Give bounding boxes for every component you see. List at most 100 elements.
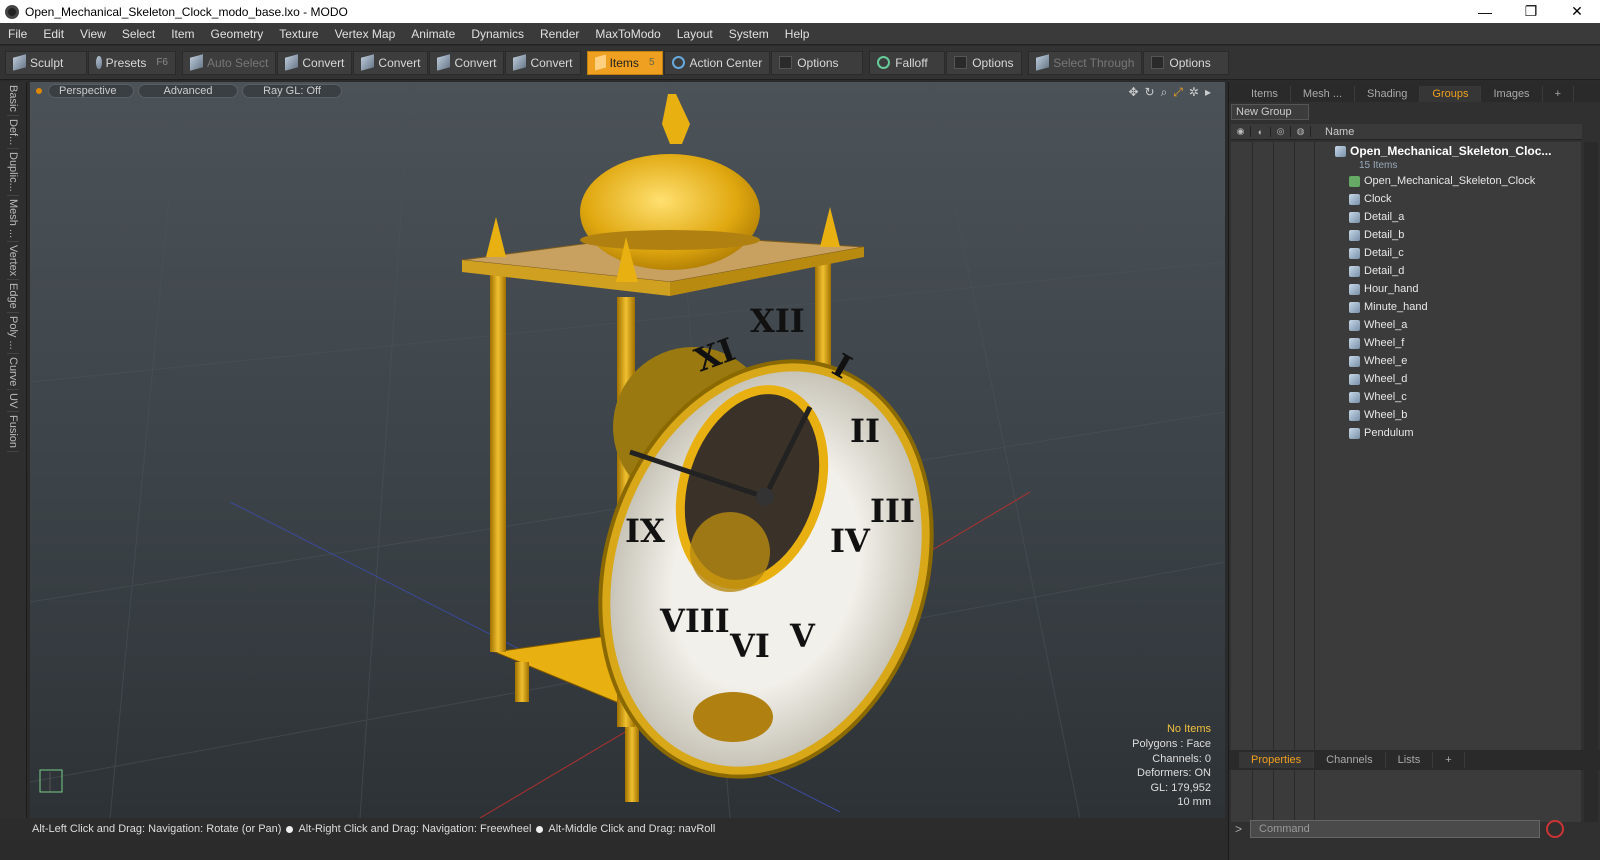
tree-item[interactable]: Wheel_d <box>1349 370 1600 388</box>
tab-uv[interactable]: UV <box>7 390 19 413</box>
action-center-button[interactable]: Action Center <box>663 50 771 75</box>
menu-file[interactable]: File <box>0 27 35 41</box>
tree-item[interactable]: Detail_d <box>1349 262 1600 280</box>
tab-properties[interactable]: Properties <box>1239 752 1315 768</box>
menu-help[interactable]: Help <box>777 27 818 41</box>
raygl-dropdown[interactable]: Ray GL: Off <box>242 84 342 98</box>
tab-duplicate[interactable]: Duplic... <box>7 149 19 196</box>
advanced-dropdown[interactable]: Advanced <box>138 84 238 98</box>
gl-count-label: GL: 179,952 <box>1150 781 1211 794</box>
name-column-header[interactable]: Name <box>1311 126 1354 138</box>
pan-icon[interactable]: ✥ <box>1128 85 1138 100</box>
tab-mesh[interactable]: Mesh ... <box>7 196 19 243</box>
tab-curve[interactable]: Curve <box>7 354 19 390</box>
tree-item[interactable]: Clock <box>1349 190 1600 208</box>
add-tab-icon[interactable]: + <box>1543 86 1574 102</box>
tree-item[interactable]: Detail_c <box>1349 244 1600 262</box>
convert-button-2[interactable]: Convert <box>353 50 429 75</box>
viewport-header: Perspective Advanced Ray GL: Off <box>30 82 1225 100</box>
viewport-menu-dot-icon[interactable] <box>36 88 42 94</box>
menu-animate[interactable]: Animate <box>403 27 463 41</box>
auto-select-button[interactable]: Auto Select <box>182 50 277 75</box>
items-icon <box>594 54 606 71</box>
visibility-column-icon[interactable]: ◉ <box>1231 126 1251 137</box>
mesh-icon <box>1349 391 1360 403</box>
tree-scrollbar[interactable] <box>1584 142 1598 822</box>
sculpt-button[interactable]: Sculpt <box>5 50 87 75</box>
convert-button-4[interactable]: Convert <box>505 50 581 75</box>
menu-texture[interactable]: Texture <box>271 27 326 41</box>
tree-item[interactable]: Wheel_b <box>1349 406 1600 424</box>
render-column-icon[interactable]: ◎ <box>1271 126 1291 137</box>
tree-item[interactable]: Wheel_f <box>1349 334 1600 352</box>
viewport-nav-icons: ✥ ↻ ⌕ ⤢ ✲ ▸ <box>1128 85 1211 100</box>
convert-button-3[interactable]: Convert <box>429 50 505 75</box>
perspective-dropdown[interactable]: Perspective <box>48 84 134 98</box>
tree-item[interactable]: Wheel_e <box>1349 352 1600 370</box>
svg-text:VIII: VIII <box>659 602 730 640</box>
minimize-button[interactable]: — <box>1462 4 1508 20</box>
new-group-button[interactable]: New Group <box>1231 104 1309 120</box>
convert-button-1[interactable]: Convert <box>277 50 353 75</box>
menu-select[interactable]: Select <box>114 27 163 41</box>
tab-fusion[interactable]: Fusion <box>7 412 19 453</box>
options-button-1[interactable]: Options <box>771 50 864 75</box>
tab-mesh[interactable]: Mesh ... <box>1291 86 1356 102</box>
tab-channels[interactable]: Channels <box>1314 752 1386 768</box>
tree-item[interactable]: Wheel_a <box>1349 316 1600 334</box>
tree-item[interactable]: Minute_hand <box>1349 298 1600 316</box>
menu-geometry[interactable]: Geometry <box>203 27 272 41</box>
tree-item[interactable]: Pendulum <box>1349 424 1600 442</box>
3d-viewport[interactable]: XII I II XI IX VIII V IV III VI Perspective Adv… <box>30 82 1225 818</box>
select-through-button[interactable]: Select Through <box>1028 50 1143 75</box>
lock-column-icon[interactable]: ◐ <box>1251 126 1271 137</box>
tree-item[interactable]: Detail_a <box>1349 208 1600 226</box>
groups-panel: Items Mesh ... Shading Groups Images + N… <box>1228 82 1600 860</box>
rotate-icon[interactable]: ↻ <box>1145 85 1155 100</box>
menu-layout[interactable]: Layout <box>669 27 721 41</box>
tree-item[interactable]: Wheel_c <box>1349 388 1600 406</box>
items-mode-button[interactable]: Items 5 <box>586 50 663 75</box>
tab-polygon[interactable]: Poly ... <box>7 313 19 354</box>
tab-edge[interactable]: Edge <box>7 280 19 313</box>
menu-item[interactable]: Item <box>163 27 202 41</box>
column-divider <box>1252 142 1253 822</box>
options-button-3[interactable]: Options <box>1143 50 1230 75</box>
tree-item[interactable]: Detail_b <box>1349 226 1600 244</box>
modo-app-icon <box>5 4 19 19</box>
maximize-button[interactable]: ❐ <box>1508 3 1554 20</box>
tab-basic[interactable]: Basic <box>7 82 19 116</box>
command-input[interactable]: Command <box>1250 820 1541 838</box>
menu-view[interactable]: View <box>72 27 114 41</box>
add-tab-icon[interactable]: + <box>1433 752 1465 768</box>
menu-dynamics[interactable]: Dynamics <box>463 27 532 41</box>
tree-item[interactable]: Open_Mechanical_Skeleton_Clock <box>1349 172 1600 190</box>
tab-groups[interactable]: Groups <box>1420 86 1482 102</box>
tab-shading[interactable]: Shading <box>1355 86 1421 102</box>
menu-edit[interactable]: Edit <box>35 27 72 41</box>
tab-items[interactable]: Items <box>1239 86 1291 102</box>
options-button-2[interactable]: Options <box>946 50 1023 75</box>
menu-system[interactable]: System <box>721 27 777 41</box>
tab-images[interactable]: Images <box>1481 86 1543 102</box>
tab-vertex[interactable]: Vertex <box>7 242 19 281</box>
expand-arrow-icon[interactable]: ▸ <box>1205 85 1211 100</box>
close-button[interactable]: ✕ <box>1554 3 1600 20</box>
tree-header: ◉ ◐ ◎ ◍ Name <box>1231 124 1582 140</box>
menu-maxtomodo[interactable]: MaxToModo <box>587 27 668 41</box>
tree-item[interactable]: Hour_hand <box>1349 280 1600 298</box>
falloff-button[interactable]: Falloff <box>869 50 946 75</box>
zoom-icon[interactable]: ⌕ <box>1161 85 1168 100</box>
mesh-icon <box>1349 373 1360 385</box>
fit-icon[interactable]: ⤢ <box>1173 85 1183 100</box>
group-icon <box>1335 145 1346 157</box>
gear-icon[interactable]: ✲ <box>1189 85 1199 100</box>
presets-button[interactable]: Presets F6 <box>88 50 176 75</box>
tab-lists[interactable]: Lists <box>1386 752 1434 768</box>
record-icon[interactable] <box>1546 820 1565 838</box>
menu-render[interactable]: Render <box>532 27 587 41</box>
menu-vertex-map[interactable]: Vertex Map <box>327 27 404 41</box>
select-column-icon[interactable]: ◍ <box>1291 126 1311 137</box>
tab-deform[interactable]: Def... <box>7 116 19 150</box>
window-title: Open_Mechanical_Skeleton_Clock_modo_base… <box>25 4 348 19</box>
